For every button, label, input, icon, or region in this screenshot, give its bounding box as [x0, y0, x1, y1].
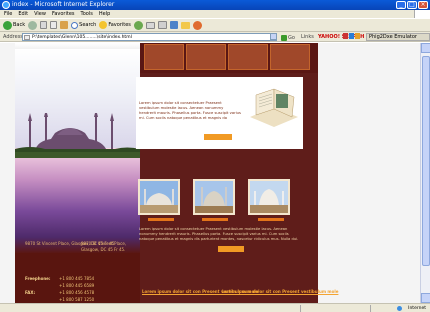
vertical-scrollbar[interactable]: [420, 43, 430, 303]
phone-list: Freephone: +1 800 445 7854 +1 800 445 658…: [25, 275, 94, 303]
nav-tab[interactable]: [270, 44, 310, 70]
search-label: Search: [79, 22, 97, 28]
menu-bar: File Edit View Favorites Tools Help: [0, 10, 430, 18]
status-separator: [300, 305, 301, 312]
scroll-up-button[interactable]: [421, 43, 430, 53]
menu-view[interactable]: View: [34, 10, 46, 18]
address-2: 9870 St Vincent Place, Glasgow, DC 45 Fr…: [81, 241, 127, 252]
home-button[interactable]: [60, 21, 69, 29]
back-arrow-icon: [3, 20, 12, 30]
home-icon: [60, 21, 69, 29]
window-buttons: _ □ ×: [396, 1, 428, 9]
page-icon: [24, 35, 30, 40]
menu-help[interactable]: Help: [99, 10, 110, 18]
mosque-illustration: [15, 113, 140, 158]
address-label: Address: [3, 34, 23, 40]
forward-arrow-icon: [28, 20, 38, 30]
standard-toolbar: Back Search Favorites: [0, 18, 430, 32]
mosque-photo-icon: [140, 181, 178, 213]
web-page: 9870 St Vincent Place, Glasgow, DC 45 Fr…: [0, 43, 420, 303]
nav-tab[interactable]: [186, 44, 226, 70]
search-icon: [71, 21, 79, 29]
menu-file[interactable]: File: [4, 10, 12, 18]
favorites-label: Favorites: [108, 22, 131, 28]
maximize-button[interactable]: □: [407, 1, 417, 9]
minimize-button[interactable]: _: [396, 1, 406, 9]
phone-row: +1 800 587 1250: [59, 297, 95, 302]
nav-tab[interactable]: [228, 44, 268, 70]
back-label: Back: [13, 22, 26, 28]
go-button[interactable]: Go: [281, 33, 295, 43]
photo-underline: [148, 218, 174, 221]
messenger-button[interactable]: [192, 20, 202, 30]
stop-icon: [40, 21, 48, 29]
mosque-photo-icon: [250, 181, 288, 213]
address-input[interactable]: P:\templates\Glenn\105........\site\inde…: [22, 33, 277, 41]
more-button[interactable]: [204, 134, 232, 140]
menu-favorites[interactable]: Favorites: [52, 10, 75, 18]
close-button[interactable]: ×: [418, 1, 428, 9]
mosque-photo-2[interactable]: [193, 179, 235, 215]
favorites-button[interactable]: Favorites: [99, 21, 131, 29]
ie-icon: [2, 1, 10, 9]
photo-underline: [202, 218, 228, 221]
folder-button[interactable]: [180, 21, 190, 29]
body-text: Lorem ipsum dolor sit consectetuer Praes…: [139, 227, 299, 241]
news-link[interactable]: Lorem ipsum dolor sit con Present vestib…: [222, 289, 338, 295]
forward-button[interactable]: [28, 20, 38, 30]
edit-icon: [169, 21, 178, 29]
go-arrow-icon: [281, 35, 287, 41]
status-separator: [370, 305, 371, 312]
address-bar: Address P:\templates\Glenn\105........\s…: [0, 32, 430, 42]
history-button[interactable]: [133, 20, 143, 30]
photo-underline: [258, 218, 284, 221]
search-button[interactable]: Search: [71, 21, 97, 29]
star-icon: [99, 21, 108, 29]
open-book-image: [250, 88, 298, 127]
mail-icon: [145, 21, 155, 29]
mosque-photo-1[interactable]: [138, 179, 180, 215]
nav-tab[interactable]: [144, 44, 184, 70]
window-title-bar: index - Microsoft Internet Explorer _ □ …: [0, 0, 430, 10]
stop-button[interactable]: [40, 21, 48, 29]
phone-row: Freephone: +1 800 445 7854: [25, 276, 95, 281]
security-zone: Internet: [408, 306, 426, 311]
emulator-button[interactable]: Phig2Dxe Emulator: [366, 33, 430, 41]
status-bar: Internet: [0, 303, 430, 312]
scroll-thumb[interactable]: [422, 56, 430, 266]
printer-icon: [157, 21, 167, 29]
mosque-photo-3[interactable]: [248, 179, 290, 215]
back-button[interactable]: Back: [3, 20, 26, 30]
mail-button[interactable]: [145, 21, 155, 29]
mosque-photo-icon: [195, 181, 233, 213]
address-value: P:\templates\Glenn\105........\site\inde…: [32, 35, 132, 40]
address-dropdown-button[interactable]: [270, 33, 277, 40]
window-title: index - Microsoft Internet Explorer: [12, 1, 115, 8]
phone-row: +1 800 445 6589: [59, 283, 95, 288]
left-column: 9870 St Vincent Place, Glasgow, DC 45 Fr…: [15, 43, 140, 303]
scroll-down-button[interactable]: [421, 293, 430, 303]
edit-button[interactable]: [169, 21, 178, 29]
phone-row: FAX: +1 800 456 4578: [25, 290, 95, 295]
folder-icon: [180, 21, 190, 29]
menu-tools[interactable]: Tools: [81, 10, 93, 18]
menu-edit[interactable]: Edit: [18, 10, 28, 18]
windows-logo-icon: [414, 10, 430, 24]
about-text: Lorem ipsum dolor sit consectetuer Praes…: [139, 101, 241, 120]
history-icon: [133, 20, 143, 30]
print-button[interactable]: [157, 21, 167, 29]
refresh-icon: [50, 21, 58, 29]
messenger-icon: [192, 20, 202, 30]
more-button[interactable]: [218, 246, 244, 252]
go-label: Go: [288, 35, 295, 41]
nav-tabs: [142, 43, 318, 73]
links-button[interactable]: Links: [301, 32, 314, 42]
refresh-button[interactable]: [50, 21, 58, 29]
lake-reflection: [15, 148, 140, 253]
